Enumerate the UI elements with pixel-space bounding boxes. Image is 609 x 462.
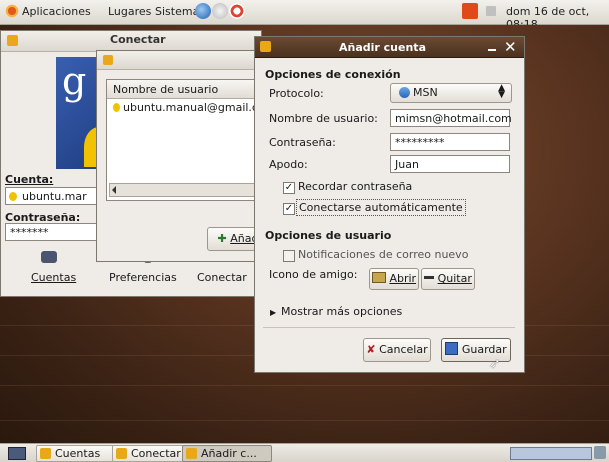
remove-icon: [424, 276, 435, 279]
connect-button-label: Conectar: [197, 271, 247, 284]
open-button[interactable]: Abrir: [369, 268, 419, 290]
alias-input[interactable]: Juan: [390, 155, 510, 173]
account-combo[interactable]: ubuntu.mar: [5, 187, 105, 205]
taskbar-item-add-account[interactable]: Añadir c...: [182, 445, 272, 462]
account-name: ubuntu.manual@gmail.com: [123, 101, 276, 114]
ubuntu-menu-icon[interactable]: [4, 3, 20, 19]
buddy-icon-label: Icono de amigo:: [269, 268, 358, 281]
web-browser-icon[interactable]: [195, 3, 211, 19]
folder-icon: [371, 272, 386, 283]
show-desktop-icon[interactable]: [8, 447, 26, 460]
alias-label: Apodo:: [269, 158, 308, 171]
remove-button-label: Quitar: [437, 272, 472, 285]
pidgin-icon: [40, 448, 51, 459]
account-value: ubuntu.mar: [22, 190, 87, 203]
list-header[interactable]: Nombre de usuario: [107, 80, 265, 99]
taskbar-label: Cuentas: [55, 447, 101, 460]
remember-password-label[interactable]: Recordar contraseña: [298, 180, 412, 193]
menu-applications[interactable]: Aplicaciones: [22, 5, 91, 18]
taskbar-label: Conectar: [131, 447, 181, 460]
workspace-switcher-icon[interactable]: [510, 447, 592, 460]
dialog-app-icon: [260, 41, 271, 52]
account-status-icon: [9, 192, 17, 201]
more-options-expander[interactable]: Mostrar más opciones: [281, 305, 402, 318]
remember-password-checkbox[interactable]: ✓: [283, 182, 295, 194]
auto-connect-checkbox[interactable]: ✓: [283, 203, 295, 215]
save-button-label: Guardar: [461, 343, 507, 356]
pidgin-icon: [7, 35, 18, 46]
expander-arrow-icon[interactable]: ▶: [270, 308, 276, 317]
horizontal-scrollbar[interactable]: [109, 183, 265, 197]
menu-places[interactable]: Lugares: [108, 5, 151, 18]
minimize-icon[interactable]: [488, 49, 496, 51]
column-header-username[interactable]: Nombre de usuario: [113, 83, 218, 96]
auto-connect-label[interactable]: Conectarse automáticamente: [296, 199, 466, 216]
password-field[interactable]: *******: [5, 223, 105, 241]
close-icon[interactable]: ✕: [504, 38, 517, 56]
password-label: Contraseña:: [269, 136, 336, 149]
connect-title: Conectar: [110, 33, 166, 46]
accounts-list[interactable]: Nombre de usuario ubuntu.manual@gmail.co…: [106, 79, 275, 201]
taskbar-label: Añadir c...: [201, 447, 257, 460]
password-value: *******: [10, 226, 49, 239]
add-account-dialog: Añadir cuenta ✕ Opciones de conexión Pro…: [254, 36, 525, 373]
mail-notifications-checkbox[interactable]: [283, 250, 295, 262]
username-input[interactable]: mimsn@hotmail.com: [390, 109, 512, 127]
protocol-label: Protocolo:: [269, 87, 324, 100]
cancel-button[interactable]: ✘ Cancelar: [363, 338, 431, 362]
connect-window: Conectar Nombre de usuario ubuntu.manual…: [96, 33, 275, 262]
protocol-select[interactable]: MSN ▲ ▼: [390, 83, 512, 103]
open-button-label: Abrir: [389, 272, 417, 285]
trash-icon[interactable]: [594, 446, 606, 459]
help-icon[interactable]: [229, 3, 245, 19]
bottom-panel: Cuentas Conectar Añadir c...: [0, 443, 609, 462]
connect-titlebar[interactable]: [97, 51, 265, 70]
dialog-separator: [263, 327, 515, 328]
preferences-button-label: Preferencias: [109, 271, 177, 284]
alias-value: Juan: [395, 158, 419, 171]
scroll-left-icon[interactable]: [112, 186, 116, 194]
msn-icon: [399, 87, 410, 98]
accounts-button-label: Cuentas: [31, 271, 77, 284]
pidgin-icon: [186, 448, 197, 459]
account-status-icon: [113, 103, 120, 112]
add-account-titlebar[interactable]: Añadir cuenta ✕: [255, 37, 524, 58]
select-arrows-icon: ▲ ▼: [498, 83, 505, 100]
username-label: Nombre de usuario:: [269, 112, 378, 125]
list-item[interactable]: ubuntu.manual@gmail.com: [107, 100, 275, 116]
save-icon: [445, 342, 459, 355]
accounts-icon: [41, 251, 57, 263]
add-icon: ✚: [217, 232, 227, 245]
top-panel: Aplicaciones Lugares Sistema dom 16 de o…: [0, 0, 609, 31]
mouse-cursor-icon: ➶: [489, 356, 501, 372]
cancel-icon: ✘: [366, 343, 376, 356]
volume-icon[interactable]: [486, 6, 496, 16]
dialog-title: Añadir cuenta: [339, 41, 426, 54]
username-value: mimsn@hotmail.com: [395, 112, 512, 125]
notification-icon[interactable]: [462, 3, 478, 19]
accounts-button[interactable]: Cuentas: [19, 251, 79, 289]
cancel-button-label: Cancelar: [379, 343, 428, 356]
menu-system[interactable]: Sistema: [155, 5, 199, 18]
protocol-value: MSN: [413, 86, 438, 99]
password-value: *********: [395, 136, 445, 149]
mail-icon[interactable]: [212, 3, 228, 19]
user-options-heading: Opciones de usuario: [265, 229, 392, 242]
remove-button[interactable]: Quitar: [421, 268, 475, 290]
mail-notifications-label[interactable]: Notificaciones de correo nuevo: [298, 248, 468, 261]
connection-options-heading: Opciones de conexión: [265, 68, 401, 81]
connect-window-icon: [103, 55, 113, 65]
account-label: Cuenta:: [5, 173, 54, 186]
pidgin-icon: [116, 448, 127, 459]
password-input[interactable]: *********: [390, 133, 510, 151]
